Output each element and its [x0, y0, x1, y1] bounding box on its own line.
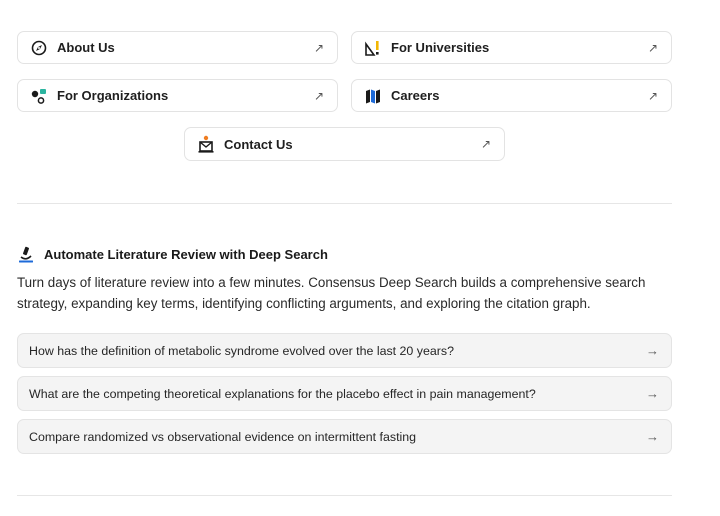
- graduation-icon: [364, 39, 382, 57]
- contact-us-link[interactable]: Contact Us ↗: [184, 127, 505, 161]
- example-query[interactable]: Compare randomized vs observational evid…: [17, 419, 672, 454]
- organization-icon: [30, 87, 48, 105]
- arrow-right-icon: →: [646, 343, 659, 358]
- careers-link[interactable]: Careers ↗: [351, 79, 672, 112]
- external-arrow-icon: ↗: [647, 88, 658, 103]
- query-text: Compare randomized vs observational evid…: [29, 429, 417, 444]
- external-arrow-icon: ↗: [313, 88, 324, 103]
- section-divider: [17, 495, 672, 496]
- deep-search-description: Turn days of literature review into a fe…: [17, 275, 646, 311]
- external-arrow-icon: ↗: [313, 40, 324, 55]
- microscope-icon: [17, 245, 35, 263]
- about-us-label: About Us: [57, 40, 115, 55]
- map-icon: [364, 87, 382, 105]
- for-universities-label: For Universities: [391, 40, 490, 55]
- arrow-right-icon: →: [646, 429, 659, 444]
- contact-us-label: Contact Us: [224, 136, 293, 152]
- external-arrow-icon: ↗: [647, 40, 658, 55]
- external-arrow-icon: ↗: [480, 137, 491, 151]
- about-us-link[interactable]: About Us ↗: [17, 31, 338, 64]
- query-text: How has the definition of metabolic synd…: [29, 343, 454, 358]
- careers-label: Careers: [391, 88, 440, 103]
- contact-icon: [197, 135, 215, 153]
- for-organizations-link[interactable]: For Organizations ↗: [17, 79, 338, 112]
- example-query[interactable]: How has the definition of metabolic synd…: [17, 333, 672, 368]
- deep-search-heading: Automate Literature Review with Deep Sea…: [17, 245, 328, 263]
- section-divider: [17, 203, 672, 204]
- arrow-right-icon: →: [646, 386, 659, 401]
- for-universities-link[interactable]: For Universities ↗: [351, 31, 672, 64]
- query-text: What are the competing theoretical expla…: [29, 386, 536, 401]
- compass-icon: [30, 39, 48, 57]
- for-organizations-label: For Organizations: [57, 88, 169, 103]
- deep-search-title: Automate Literature Review with Deep Sea…: [44, 246, 328, 262]
- example-query[interactable]: What are the competing theoretical expla…: [17, 376, 672, 411]
